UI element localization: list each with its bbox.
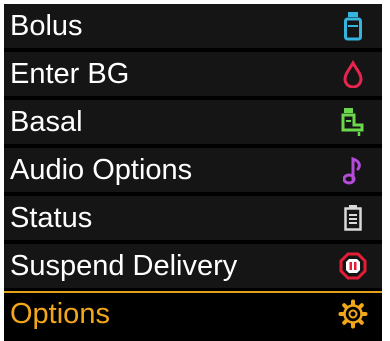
music-note-icon (338, 153, 368, 187)
menu-item-bolus[interactable]: Bolus (4, 4, 382, 48)
menu-item-enter-bg[interactable]: Enter BG (4, 52, 382, 96)
menu-item-label: Bolus (10, 9, 83, 42)
suspend-stop-icon (338, 249, 368, 283)
menu-item-label: Audio Options (10, 153, 193, 186)
bolus-vial-icon (338, 9, 368, 43)
blood-drop-icon (338, 57, 368, 91)
status-clipboard-icon (338, 201, 368, 235)
menu-item-label: Status (10, 201, 93, 234)
menu-item-label: Basal (10, 105, 83, 138)
menu-item-options[interactable]: Options (4, 291, 382, 335)
menu-item-status[interactable]: Status (4, 196, 382, 240)
menu-item-basal[interactable]: Basal (4, 100, 382, 144)
menu-item-label: Suspend Delivery (10, 249, 238, 282)
menu-item-suspend-delivery[interactable]: Suspend Delivery (4, 244, 382, 288)
gear-icon (338, 297, 368, 331)
menu-item-label: Enter BG (10, 57, 130, 90)
main-menu: Bolus Enter BG Basal Audio Options Statu… (4, 4, 382, 341)
basal-faucet-icon (338, 105, 368, 139)
menu-item-audio-options[interactable]: Audio Options (4, 148, 382, 192)
menu-item-label: Options (10, 297, 110, 330)
